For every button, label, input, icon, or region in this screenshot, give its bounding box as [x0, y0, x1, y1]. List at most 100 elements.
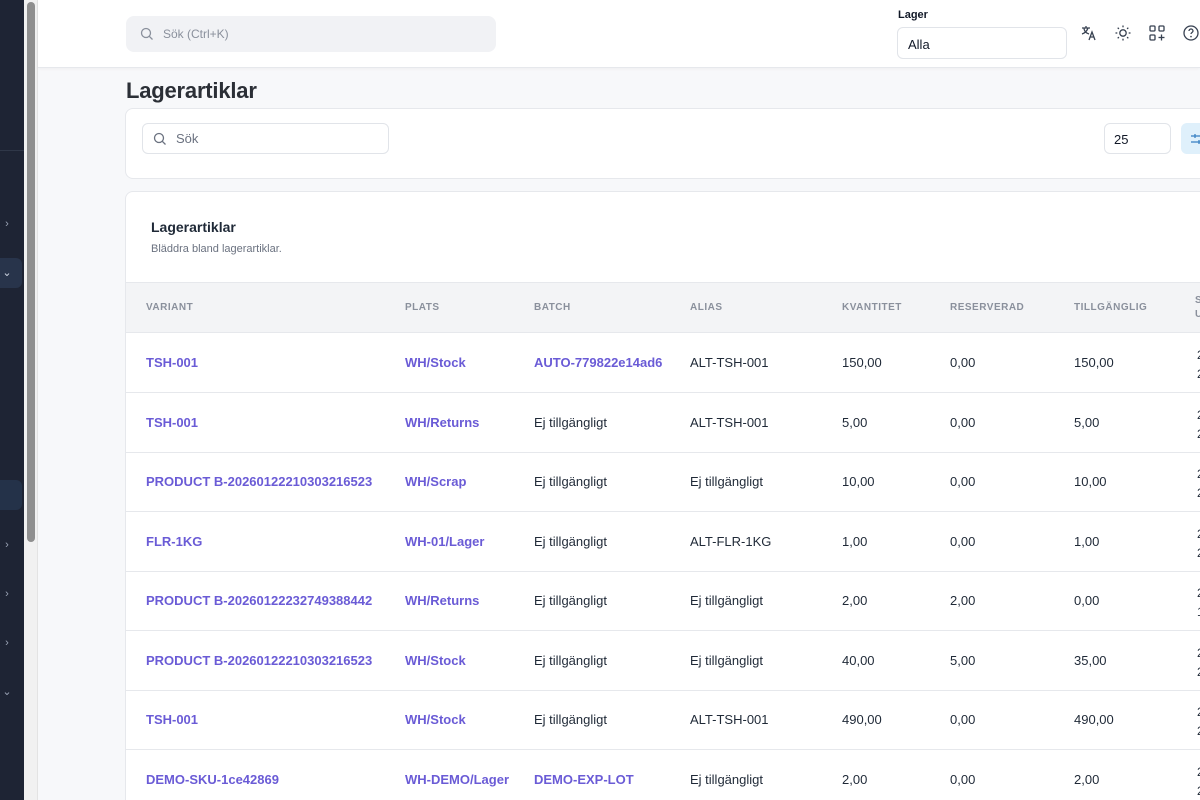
cell-plats-link[interactable]: WH/Returns [405, 415, 479, 430]
column-header-batch[interactable]: BATCH [534, 302, 571, 313]
cell-batch: Ej tillgängligt [534, 652, 607, 668]
cell-batch: Ej tillgängligt [534, 712, 607, 727]
cell-tillganglig: 10,00 [1074, 474, 1107, 489]
chevron-down-icon[interactable]: ⌄ [0, 266, 14, 280]
apps-icon[interactable] [1146, 22, 1168, 44]
sun-icon[interactable] [1112, 22, 1134, 44]
cell-variant-link[interactable]: FLR-1KG [146, 534, 202, 549]
help-icon[interactable] [1180, 22, 1200, 44]
table-row[interactable]: TSH-001 WH/Stock AUTO-779822e14ad6 ALT-TSH-… [126, 333, 1200, 393]
cell-plats-link[interactable]: WH/Returns [405, 593, 479, 608]
cell-reserverad: 5,00 [950, 652, 976, 668]
table-row[interactable]: TSH-001 WH/Returns Ej tillgängligt ALT-TSH-… [126, 393, 1200, 453]
cell-batch-link[interactable]: DEMO-EXP-LOT [534, 772, 634, 787]
cell-variant-link[interactable]: TSH-001 [146, 415, 198, 430]
global-search-placeholder: Sök (Ctrl+K) [163, 27, 229, 41]
sliders-icon [1191, 133, 1200, 144]
chevron-right-icon[interactable]: › [0, 636, 14, 650]
cell-tillganglig: 0,00 [1074, 593, 1100, 608]
table-title: Lagerartiklar [151, 219, 236, 235]
column-header-truncated-line: S [1195, 295, 1200, 306]
column-header-kvantitet[interactable]: KVANTITET [842, 302, 902, 313]
cell-plats-link[interactable]: WH/Scrap [405, 474, 466, 489]
cell-plats-link[interactable]: WH/Stock [405, 355, 466, 370]
cell-tillganglig: 490,00 [1074, 712, 1114, 727]
column-header-tillganglig[interactable]: TILLGÄNGLIG [1074, 302, 1147, 313]
warehouse-select[interactable]: Alla [897, 27, 1067, 59]
page-title: Lagerartiklar [126, 78, 257, 103]
cell-reserverad: 0,00 [950, 414, 976, 430]
table-row[interactable]: FLR-1KG WH-01/Lager Ej tillgängligt ALT-FLR… [126, 512, 1200, 572]
cell-alias: ALT-TSH-001 [690, 712, 769, 727]
inventory-table-card: Lagerartiklar Bläddra bland lagerartikla… [125, 191, 1200, 800]
cell-variant-link[interactable]: TSH-001 [146, 712, 198, 727]
table-row[interactable]: PRODUCT B-20260122210303216523 WH/Scrap Ej… [126, 452, 1200, 512]
filter-card: Sök 25 [125, 108, 1200, 179]
cell-reserverad: 0,00 [950, 712, 976, 727]
cell-kvantitet: 2,00 [842, 593, 868, 608]
cell-alias: Ej tillgängligt [690, 593, 763, 608]
table-row[interactable]: DEMO-SKU-1ce42869 WH-DEMO/Lager DEMO-EXP-L… [126, 750, 1200, 800]
cell-variant-link[interactable]: PRODUCT B-20260122232749388442 [146, 593, 372, 608]
filter-button[interactable] [1181, 123, 1200, 154]
column-header-truncated-line: U [1195, 309, 1200, 320]
translate-icon[interactable] [1078, 22, 1100, 44]
sidebar-item-selected[interactable] [0, 480, 22, 510]
cell-kvantitet: 2,00 [842, 771, 868, 787]
cell-plats-link[interactable]: WH-DEMO/Lager [405, 772, 509, 787]
cell-variant-link[interactable]: PRODUCT B-20260122210303216523 [146, 653, 372, 668]
chevron-right-icon[interactable]: › [0, 538, 14, 552]
search-input[interactable]: Sök [142, 123, 389, 154]
cell-alias: Ej tillgängligt [690, 652, 763, 668]
chevron-right-icon[interactable]: › [0, 217, 14, 231]
per-page-select[interactable]: 25 [1104, 123, 1171, 154]
sidebar-scrollbar-thumb[interactable] [27, 2, 35, 542]
cell-alias: ALT-TSH-001 [690, 355, 769, 370]
cell-plats-link[interactable]: WH-01/Lager [405, 534, 484, 549]
cell-tillganglig: 1,00 [1074, 533, 1100, 549]
sidebar-divider [0, 150, 24, 151]
column-header-truncated[interactable]: SU [1195, 294, 1200, 322]
column-header-alias[interactable]: ALIAS [690, 302, 723, 313]
column-header-variant[interactable]: VARIANT [146, 302, 193, 313]
column-header-reserverad[interactable]: RESERVERAD [950, 302, 1024, 313]
cell-kvantitet: 5,00 [842, 414, 868, 430]
cell-batch: Ej tillgängligt [534, 593, 607, 608]
chevron-down-icon[interactable]: ⌄ [0, 685, 14, 699]
cell-variant-link[interactable]: TSH-001 [146, 355, 198, 370]
cell-alias: Ej tillgängligt [690, 474, 763, 489]
search-icon [153, 132, 166, 145]
global-search-input[interactable]: Sök (Ctrl+K) [126, 16, 496, 52]
cell-tillganglig: 2,00 [1074, 771, 1100, 787]
table-row[interactable]: PRODUCT B-20260122232749388442 WH/Returns… [126, 571, 1200, 631]
search-icon [140, 27, 153, 40]
cell-variant-link[interactable]: DEMO-SKU-1ce42869 [146, 772, 279, 787]
table-subtitle: Bläddra bland lagerartiklar. [151, 243, 282, 255]
table-header: VARIANT PLATS BATCH ALIAS KVANTITET RESE… [126, 282, 1200, 333]
warehouse-label: Lager [898, 9, 928, 21]
cell-plats-link[interactable]: WH/Stock [405, 653, 466, 668]
table-row[interactable]: TSH-001 WH/Stock Ej tillgängligt ALT-TSH-00… [126, 690, 1200, 750]
search-placeholder: Sök [176, 131, 199, 146]
cell-kvantitet: 150,00 [842, 355, 882, 370]
cell-alias: ALT-TSH-001 [690, 414, 769, 430]
cell-kvantitet: 40,00 [842, 652, 875, 668]
cell-reserverad: 2,00 [950, 593, 976, 608]
cell-reserverad: 0,00 [950, 474, 976, 489]
cell-batch: Ej tillgängligt [534, 474, 607, 489]
cell-alias: Ej tillgängligt [690, 771, 763, 787]
cell-batch-link[interactable]: AUTO-779822e14ad6 [534, 355, 662, 370]
cell-kvantitet: 10,00 [842, 474, 875, 489]
cell-reserverad: 0,00 [950, 771, 976, 787]
column-header-plats[interactable]: PLATS [405, 302, 440, 313]
chevron-right-icon[interactable]: › [0, 587, 14, 601]
top-bar: Sök (Ctrl+K) Lager Alla [38, 0, 1200, 68]
cell-reserverad: 0,00 [950, 533, 976, 549]
cell-plats-link[interactable]: WH/Stock [405, 712, 466, 727]
cell-variant-link[interactable]: PRODUCT B-20260122210303216523 [146, 474, 372, 489]
cell-tillganglig: 5,00 [1074, 414, 1100, 430]
cell-tillganglig: 150,00 [1074, 355, 1114, 370]
cell-kvantitet: 1,00 [842, 533, 868, 549]
table-row[interactable]: PRODUCT B-20260122210303216523 WH/Stock Ej… [126, 631, 1200, 691]
cell-kvantitet: 490,00 [842, 712, 882, 727]
